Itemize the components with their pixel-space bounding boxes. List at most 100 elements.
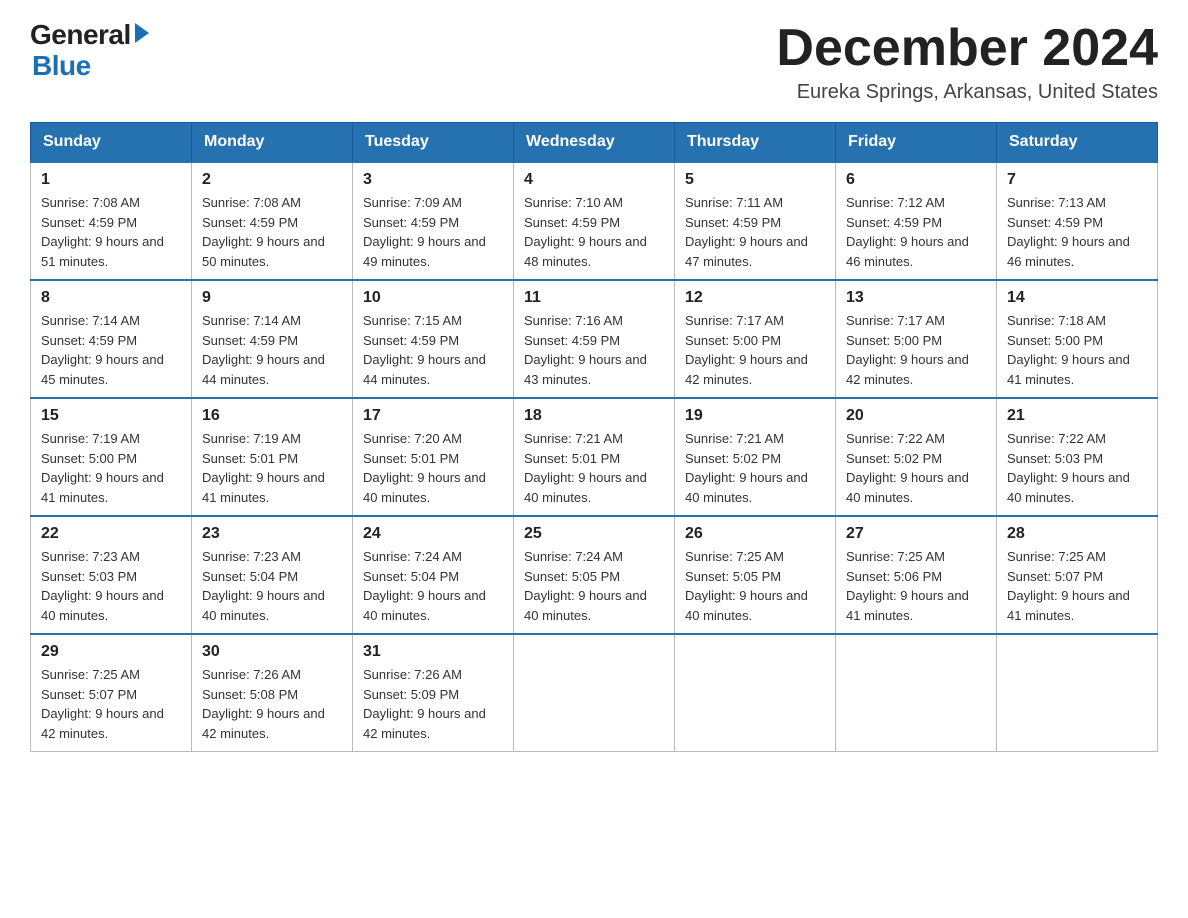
logo-triangle-icon	[135, 23, 149, 43]
calendar-cell: 15Sunrise: 7:19 AMSunset: 5:00 PMDayligh…	[31, 398, 192, 516]
calendar-cell: 10 Sunrise: 7:15 AMSunset: 4:59 PMDayligh…	[353, 280, 514, 398]
calendar-cell: 2 Sunrise: 7:08 AMSunset: 4:59 PMDaylight…	[192, 162, 353, 280]
day-number: 3	[363, 171, 503, 189]
calendar-cell: 27Sunrise: 7:25 AMSunset: 5:06 PMDayligh…	[836, 516, 997, 634]
weekday-header-friday: Friday	[836, 123, 997, 163]
day-info: Sunrise: 7:18 AMSunset: 5:00 PMDaylight:…	[1007, 311, 1147, 389]
calendar-cell: 23 Sunrise: 7:23 AMSunset: 5:04 PMDayligh…	[192, 516, 353, 634]
day-info: Sunrise: 7:24 AMSunset: 5:04 PMDaylight:…	[363, 547, 503, 625]
month-title: December 2024	[776, 20, 1158, 77]
day-info: Sunrise: 7:17 AMSunset: 5:00 PMDaylight:…	[685, 311, 825, 389]
calendar-cell: 4Sunrise: 7:10 AMSunset: 4:59 PMDaylight…	[514, 162, 675, 280]
day-number: 29	[41, 643, 181, 661]
calendar-cell: 14 Sunrise: 7:18 AMSunset: 5:00 PMDayligh…	[997, 280, 1158, 398]
week-row-5: 29Sunrise: 7:25 AMSunset: 5:07 PMDayligh…	[31, 634, 1158, 752]
day-number: 26	[685, 525, 825, 543]
weekday-header-sunday: Sunday	[31, 123, 192, 163]
day-number: 15	[41, 407, 181, 425]
day-info: Sunrise: 7:20 AMSunset: 5:01 PMDaylight:…	[363, 429, 503, 507]
day-info: Sunrise: 7:25 AMSunset: 5:05 PMDaylight:…	[685, 547, 825, 625]
day-number: 17	[363, 407, 503, 425]
calendar-cell: 24 Sunrise: 7:24 AMSunset: 5:04 PMDayligh…	[353, 516, 514, 634]
day-number: 31	[363, 643, 503, 661]
day-info: Sunrise: 7:26 AMSunset: 5:08 PMDaylight:…	[202, 665, 342, 743]
day-number: 11	[524, 289, 664, 307]
calendar-cell: 29Sunrise: 7:25 AMSunset: 5:07 PMDayligh…	[31, 634, 192, 752]
calendar-cell: 8Sunrise: 7:14 AMSunset: 4:59 PMDaylight…	[31, 280, 192, 398]
calendar-cell: 25 Sunrise: 7:24 AMSunset: 5:05 PMDayligh…	[514, 516, 675, 634]
calendar-cell	[997, 634, 1158, 752]
week-row-3: 15Sunrise: 7:19 AMSunset: 5:00 PMDayligh…	[31, 398, 1158, 516]
calendar-cell: 6 Sunrise: 7:12 AMSunset: 4:59 PMDaylight…	[836, 162, 997, 280]
calendar-cell: 13Sunrise: 7:17 AMSunset: 5:00 PMDayligh…	[836, 280, 997, 398]
day-info: Sunrise: 7:16 AMSunset: 4:59 PMDaylight:…	[524, 311, 664, 389]
day-number: 7	[1007, 171, 1147, 189]
calendar-cell: 3 Sunrise: 7:09 AMSunset: 4:59 PMDaylight…	[353, 162, 514, 280]
day-info: Sunrise: 7:24 AMSunset: 5:05 PMDaylight:…	[524, 547, 664, 625]
calendar-cell: 30 Sunrise: 7:26 AMSunset: 5:08 PMDayligh…	[192, 634, 353, 752]
calendar-cell: 7 Sunrise: 7:13 AMSunset: 4:59 PMDaylight…	[997, 162, 1158, 280]
day-info: Sunrise: 7:26 AMSunset: 5:09 PMDaylight:…	[363, 665, 503, 743]
day-info: Sunrise: 7:08 AMSunset: 4:59 PMDaylight:…	[202, 193, 342, 271]
day-info: Sunrise: 7:21 AMSunset: 5:02 PMDaylight:…	[685, 429, 825, 507]
day-number: 14	[1007, 289, 1147, 307]
day-number: 25	[524, 525, 664, 543]
day-info: Sunrise: 7:25 AMSunset: 5:06 PMDaylight:…	[846, 547, 986, 625]
day-number: 12	[685, 289, 825, 307]
calendar-cell: 16 Sunrise: 7:19 AMSunset: 5:01 PMDayligh…	[192, 398, 353, 516]
day-info: Sunrise: 7:11 AMSunset: 4:59 PMDaylight:…	[685, 193, 825, 271]
calendar-cell: 17 Sunrise: 7:20 AMSunset: 5:01 PMDayligh…	[353, 398, 514, 516]
calendar-cell	[514, 634, 675, 752]
calendar-cell: 18Sunrise: 7:21 AMSunset: 5:01 PMDayligh…	[514, 398, 675, 516]
calendar-cell: 19 Sunrise: 7:21 AMSunset: 5:02 PMDayligh…	[675, 398, 836, 516]
page-header: General Blue December 2024 Eureka Spring…	[30, 20, 1158, 104]
logo: General Blue	[30, 20, 149, 82]
day-number: 19	[685, 407, 825, 425]
week-row-1: 1 Sunrise: 7:08 AMSunset: 4:59 PMDaylight…	[31, 162, 1158, 280]
day-info: Sunrise: 7:23 AMSunset: 5:03 PMDaylight:…	[41, 547, 181, 625]
day-info: Sunrise: 7:22 AMSunset: 5:02 PMDaylight:…	[846, 429, 986, 507]
day-info: Sunrise: 7:21 AMSunset: 5:01 PMDaylight:…	[524, 429, 664, 507]
day-number: 6	[846, 171, 986, 189]
day-number: 24	[363, 525, 503, 543]
weekday-header-saturday: Saturday	[997, 123, 1158, 163]
calendar-cell: 21Sunrise: 7:22 AMSunset: 5:03 PMDayligh…	[997, 398, 1158, 516]
day-number: 30	[202, 643, 342, 661]
weekday-header-monday: Monday	[192, 123, 353, 163]
calendar-table: SundayMondayTuesdayWednesdayThursdayFrid…	[30, 122, 1158, 752]
day-number: 13	[846, 289, 986, 307]
day-info: Sunrise: 7:19 AMSunset: 5:01 PMDaylight:…	[202, 429, 342, 507]
day-number: 2	[202, 171, 342, 189]
day-number: 23	[202, 525, 342, 543]
logo-general-text: General	[30, 20, 131, 51]
calendar-cell: 20 Sunrise: 7:22 AMSunset: 5:02 PMDayligh…	[836, 398, 997, 516]
day-number: 16	[202, 407, 342, 425]
day-info: Sunrise: 7:22 AMSunset: 5:03 PMDaylight:…	[1007, 429, 1147, 507]
day-info: Sunrise: 7:12 AMSunset: 4:59 PMDaylight:…	[846, 193, 986, 271]
calendar-cell: 26 Sunrise: 7:25 AMSunset: 5:05 PMDayligh…	[675, 516, 836, 634]
day-number: 10	[363, 289, 503, 307]
day-info: Sunrise: 7:09 AMSunset: 4:59 PMDaylight:…	[363, 193, 503, 271]
day-info: Sunrise: 7:13 AMSunset: 4:59 PMDaylight:…	[1007, 193, 1147, 271]
title-section: December 2024 Eureka Springs, Arkansas, …	[776, 20, 1158, 104]
day-number: 1	[41, 171, 181, 189]
calendar-cell: 12 Sunrise: 7:17 AMSunset: 5:00 PMDayligh…	[675, 280, 836, 398]
day-number: 9	[202, 289, 342, 307]
weekday-header-tuesday: Tuesday	[353, 123, 514, 163]
day-number: 20	[846, 407, 986, 425]
day-number: 22	[41, 525, 181, 543]
day-info: Sunrise: 7:23 AMSunset: 5:04 PMDaylight:…	[202, 547, 342, 625]
calendar-cell: 31 Sunrise: 7:26 AMSunset: 5:09 PMDayligh…	[353, 634, 514, 752]
day-info: Sunrise: 7:10 AMSunset: 4:59 PMDaylight:…	[524, 193, 664, 271]
calendar-cell: 5 Sunrise: 7:11 AMSunset: 4:59 PMDaylight…	[675, 162, 836, 280]
calendar-cell	[675, 634, 836, 752]
day-info: Sunrise: 7:15 AMSunset: 4:59 PMDaylight:…	[363, 311, 503, 389]
day-number: 5	[685, 171, 825, 189]
calendar-cell: 9Sunrise: 7:14 AMSunset: 4:59 PMDaylight…	[192, 280, 353, 398]
day-number: 28	[1007, 525, 1147, 543]
week-row-2: 8Sunrise: 7:14 AMSunset: 4:59 PMDaylight…	[31, 280, 1158, 398]
logo-blue-text: Blue	[32, 51, 91, 82]
weekday-header-thursday: Thursday	[675, 123, 836, 163]
location-title: Eureka Springs, Arkansas, United States	[776, 81, 1158, 104]
calendar-cell	[836, 634, 997, 752]
